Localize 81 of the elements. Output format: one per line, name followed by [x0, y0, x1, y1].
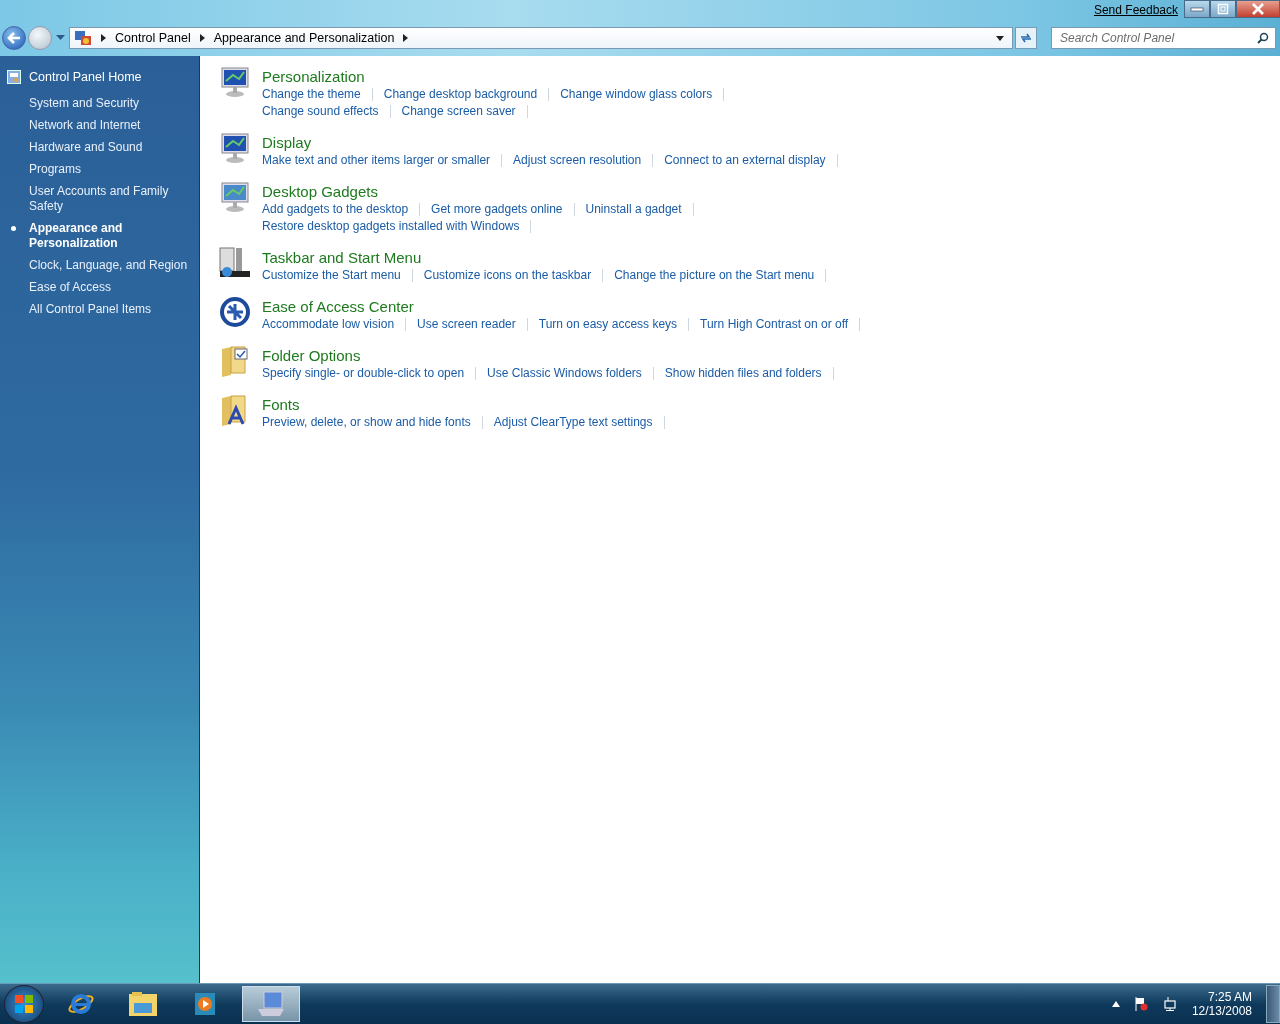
network-icon[interactable] [1161, 997, 1178, 1011]
clock-time: 7:25 AM [1207, 990, 1252, 1004]
flag-icon[interactable] [1133, 997, 1148, 1011]
control-panel-icon [256, 991, 286, 1017]
task-link[interactable]: Use Classic Windows folders [487, 365, 642, 382]
sidebar-item[interactable]: Ease of Access [29, 280, 191, 295]
restore-icon [1217, 3, 1229, 15]
task-link[interactable]: Turn High Contrast on or off [700, 316, 849, 333]
task-link[interactable]: Adjust screen resolution [513, 152, 642, 169]
task-link[interactable]: Accommodate low vision [262, 316, 395, 333]
task-link[interactable]: Preview, delete, or show and hide fonts [262, 414, 471, 431]
sidebar-item[interactable]: All Control Panel Items [29, 302, 191, 317]
category-title-link[interactable]: Desktop Gadgets [262, 182, 705, 201]
control-panel-icon [7, 70, 21, 84]
sidebar-item[interactable]: User Accounts and Family Safety [29, 184, 191, 214]
category-title-link[interactable]: Personalization [262, 67, 736, 86]
task-link[interactable]: Make text and other items larger or smaller [262, 152, 491, 169]
refresh-icon [1019, 32, 1033, 44]
category-title-link[interactable]: Ease of Access Center [262, 297, 872, 316]
control-panel-icon [74, 30, 92, 46]
clock-date: 12/13/2008 [1191, 1004, 1252, 1018]
recent-pages-icon[interactable] [56, 35, 65, 41]
task-link[interactable]: Show hidden files and folders [664, 365, 822, 382]
sidebar-item[interactable]: Clock, Language, and Region [29, 258, 191, 273]
task-link[interactable]: Restore desktop gadgets installed with Windows [262, 218, 520, 235]
task-link[interactable]: Change desktop background [383, 86, 538, 103]
address-bar[interactable]: Control Panel Appearance and Personalization [69, 27, 1013, 49]
sidebar-item[interactable]: Appearance and Personalization [29, 221, 191, 251]
refresh-button[interactable] [1015, 27, 1037, 49]
sidebar-item[interactable]: Network and Internet [29, 118, 191, 133]
back-button[interactable] [2, 26, 26, 50]
task-link[interactable]: Customize icons on the taskbar [423, 267, 592, 284]
task-link[interactable]: Change sound effects [262, 103, 379, 120]
monitor-icon [218, 132, 252, 166]
windows-logo-icon [14, 994, 34, 1014]
task-link[interactable]: Change the picture on the Start menu [614, 267, 815, 284]
accessibility-icon [218, 296, 252, 330]
task-link[interactable]: Get more gadgets online [431, 201, 563, 218]
minimize-icon [1190, 5, 1204, 13]
back-arrow-icon [6, 31, 22, 45]
send-feedback-link[interactable]: Send Feedback [1093, 3, 1178, 17]
breadcrumb-item[interactable]: Control Panel [115, 31, 191, 45]
task-link[interactable]: Add gadgets to the desktop [262, 201, 409, 218]
restore-button[interactable] [1210, 0, 1236, 18]
task-link[interactable]: Change window glass colors [560, 86, 713, 103]
show-hidden-icons-icon[interactable] [1111, 1001, 1120, 1007]
control-panel-home-link[interactable]: Control Panel Home [29, 70, 142, 84]
play-icon [193, 991, 217, 1017]
task-link[interactable]: Specify single- or double-click to open [262, 365, 465, 382]
sidebar-item[interactable]: Hardware and Sound [29, 140, 191, 155]
selected-bullet-icon [11, 226, 16, 231]
breadcrumb-arrow-icon[interactable] [403, 34, 409, 42]
category-title-link[interactable]: Display [262, 133, 849, 152]
category-title-link[interactable]: Taskbar and Start Menu [262, 248, 838, 267]
search-field[interactable]: Search Control Panel [1051, 27, 1276, 49]
show-desktop-button[interactable] [1266, 985, 1280, 1023]
minimize-button[interactable] [1184, 0, 1210, 18]
task-link[interactable]: Customize the Start menu [262, 267, 401, 284]
task-link[interactable]: Turn on easy access keys [538, 316, 678, 333]
search-icon[interactable] [1257, 32, 1269, 44]
sidebar-item[interactable]: System and Security [29, 96, 191, 111]
task-link[interactable]: Change screen saver [401, 103, 516, 120]
monitor-icon [218, 181, 252, 215]
category-title-link[interactable]: Folder Options [262, 346, 845, 365]
sidebar-item[interactable]: Programs [29, 162, 191, 177]
task-link[interactable]: Change the theme [262, 86, 361, 103]
monitor-icon [218, 66, 252, 100]
start-button[interactable] [4, 985, 44, 1023]
task-link[interactable]: Uninstall a gadget [585, 201, 682, 218]
task-link[interactable]: Connect to an external display [664, 152, 826, 169]
breadcrumb-arrow-icon[interactable] [199, 34, 205, 42]
breadcrumb-arrow-icon[interactable] [101, 34, 106, 42]
clock[interactable]: 7:25 AM 12/13/2008 [1191, 990, 1252, 1018]
close-icon [1251, 3, 1265, 15]
breadcrumb-item[interactable]: Appearance and Personalization [213, 31, 395, 45]
folder-icon [128, 991, 158, 1017]
task-link[interactable]: Use screen reader [417, 316, 516, 333]
category-title-link[interactable]: Fonts [262, 395, 676, 414]
close-button[interactable] [1236, 0, 1280, 18]
dropdown-arrow-icon[interactable] [996, 35, 1004, 41]
task-link[interactable]: Adjust ClearType text settings [493, 414, 653, 431]
